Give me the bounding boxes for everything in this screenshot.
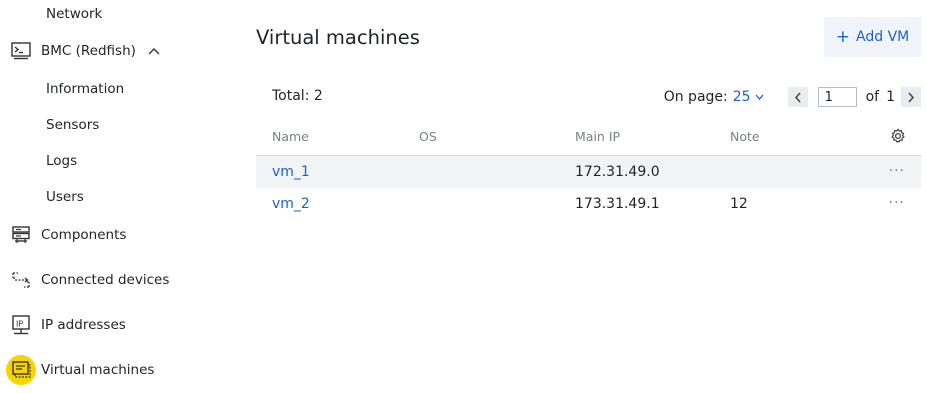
plus-icon: + [835, 26, 851, 47]
sidebar-item-label: Information [46, 81, 125, 97]
sidebar-item-components[interactable]: Components [10, 220, 126, 250]
chevron-up-icon[interactable] [148, 47, 160, 55]
vm-main-ip: 173.31.49.1 [575, 196, 660, 212]
page-number-input[interactable] [817, 87, 857, 107]
connected-devices-icon [10, 269, 32, 291]
gear-icon[interactable] [890, 128, 906, 147]
vm-name-link[interactable]: vm_2 [272, 196, 310, 212]
chevron-right-icon [908, 92, 915, 102]
vm-main-ip: 172.31.49.0 [575, 164, 660, 180]
of-label: of [865, 89, 880, 105]
main-content: Virtual machines + Add VM Total: 2 On pa… [256, 0, 921, 393]
sidebar: Network BMC (Redfish) Information Sensor… [0, 0, 240, 393]
pagination: On page: 25 of 1 [664, 84, 921, 110]
table-header: Name OS Main IP Note [256, 119, 921, 156]
chevron-down-icon [755, 94, 764, 100]
sidebar-item-connected-devices[interactable]: Connected devices [10, 265, 169, 295]
more-actions-icon[interactable]: ··· [889, 196, 905, 210]
vm-note: 12 [730, 196, 748, 212]
sidebar-item-network[interactable]: Network [46, 0, 102, 29]
sidebar-item-label: BMC (Redfish) [41, 43, 136, 59]
column-header-name[interactable]: Name [272, 129, 309, 144]
server-icon [10, 224, 32, 246]
more-actions-icon[interactable]: ··· [889, 164, 905, 178]
sidebar-item-bmc-redfish[interactable]: BMC (Redfish) [10, 36, 160, 66]
sidebar-item-label: Logs [46, 153, 78, 169]
page-size-select[interactable]: 25 [733, 89, 764, 105]
page-size-value: 25 [732, 89, 751, 105]
sidebar-item-label: Sensors [46, 117, 100, 133]
sidebar-item-label: Network [46, 6, 103, 22]
sidebar-item-ip-addresses[interactable]: IP IP addresses [10, 310, 126, 340]
table-row[interactable]: vm_2 173.31.49.1 12 ··· [256, 188, 921, 220]
vm-table: Name OS Main IP Note vm_1 172.31.49.0 ··… [256, 119, 921, 220]
sidebar-item-users[interactable]: Users [46, 182, 84, 212]
next-page-button[interactable] [901, 87, 921, 107]
total-count: Total: 2 [272, 88, 323, 104]
chevron-left-icon [794, 92, 801, 102]
add-vm-button[interactable]: + Add VM [824, 17, 921, 57]
terminal-icon [10, 40, 32, 62]
sidebar-item-virtual-machines[interactable]: Virtual machines [6, 355, 155, 385]
column-header-main-ip[interactable]: Main IP [575, 129, 620, 144]
sidebar-item-label: Users [46, 189, 84, 205]
total-pages: 1 [886, 89, 895, 105]
prev-page-button[interactable] [787, 87, 808, 107]
page-title: Virtual machines [256, 26, 420, 49]
table-row[interactable]: vm_1 172.31.49.0 ··· [256, 156, 921, 188]
column-header-note[interactable]: Note [730, 129, 760, 144]
sidebar-item-label: Virtual machines [41, 362, 155, 378]
sidebar-item-label: Components [41, 227, 127, 243]
sidebar-item-information[interactable]: Information [46, 74, 124, 104]
add-vm-button-label: Add VM [856, 29, 910, 45]
sidebar-item-logs[interactable]: Logs [46, 146, 77, 176]
ip-icon: IP [10, 314, 32, 336]
sidebar-item-label: IP addresses [41, 317, 126, 333]
column-header-os[interactable]: OS [419, 129, 437, 144]
on-page-label: On page: [663, 89, 728, 105]
sidebar-item-sensors[interactable]: Sensors [46, 110, 99, 140]
vm-name-link[interactable]: vm_1 [272, 164, 310, 180]
svg-text:IP: IP [16, 320, 23, 329]
vm-icon [6, 355, 36, 385]
sidebar-item-label: Connected devices [41, 272, 170, 288]
